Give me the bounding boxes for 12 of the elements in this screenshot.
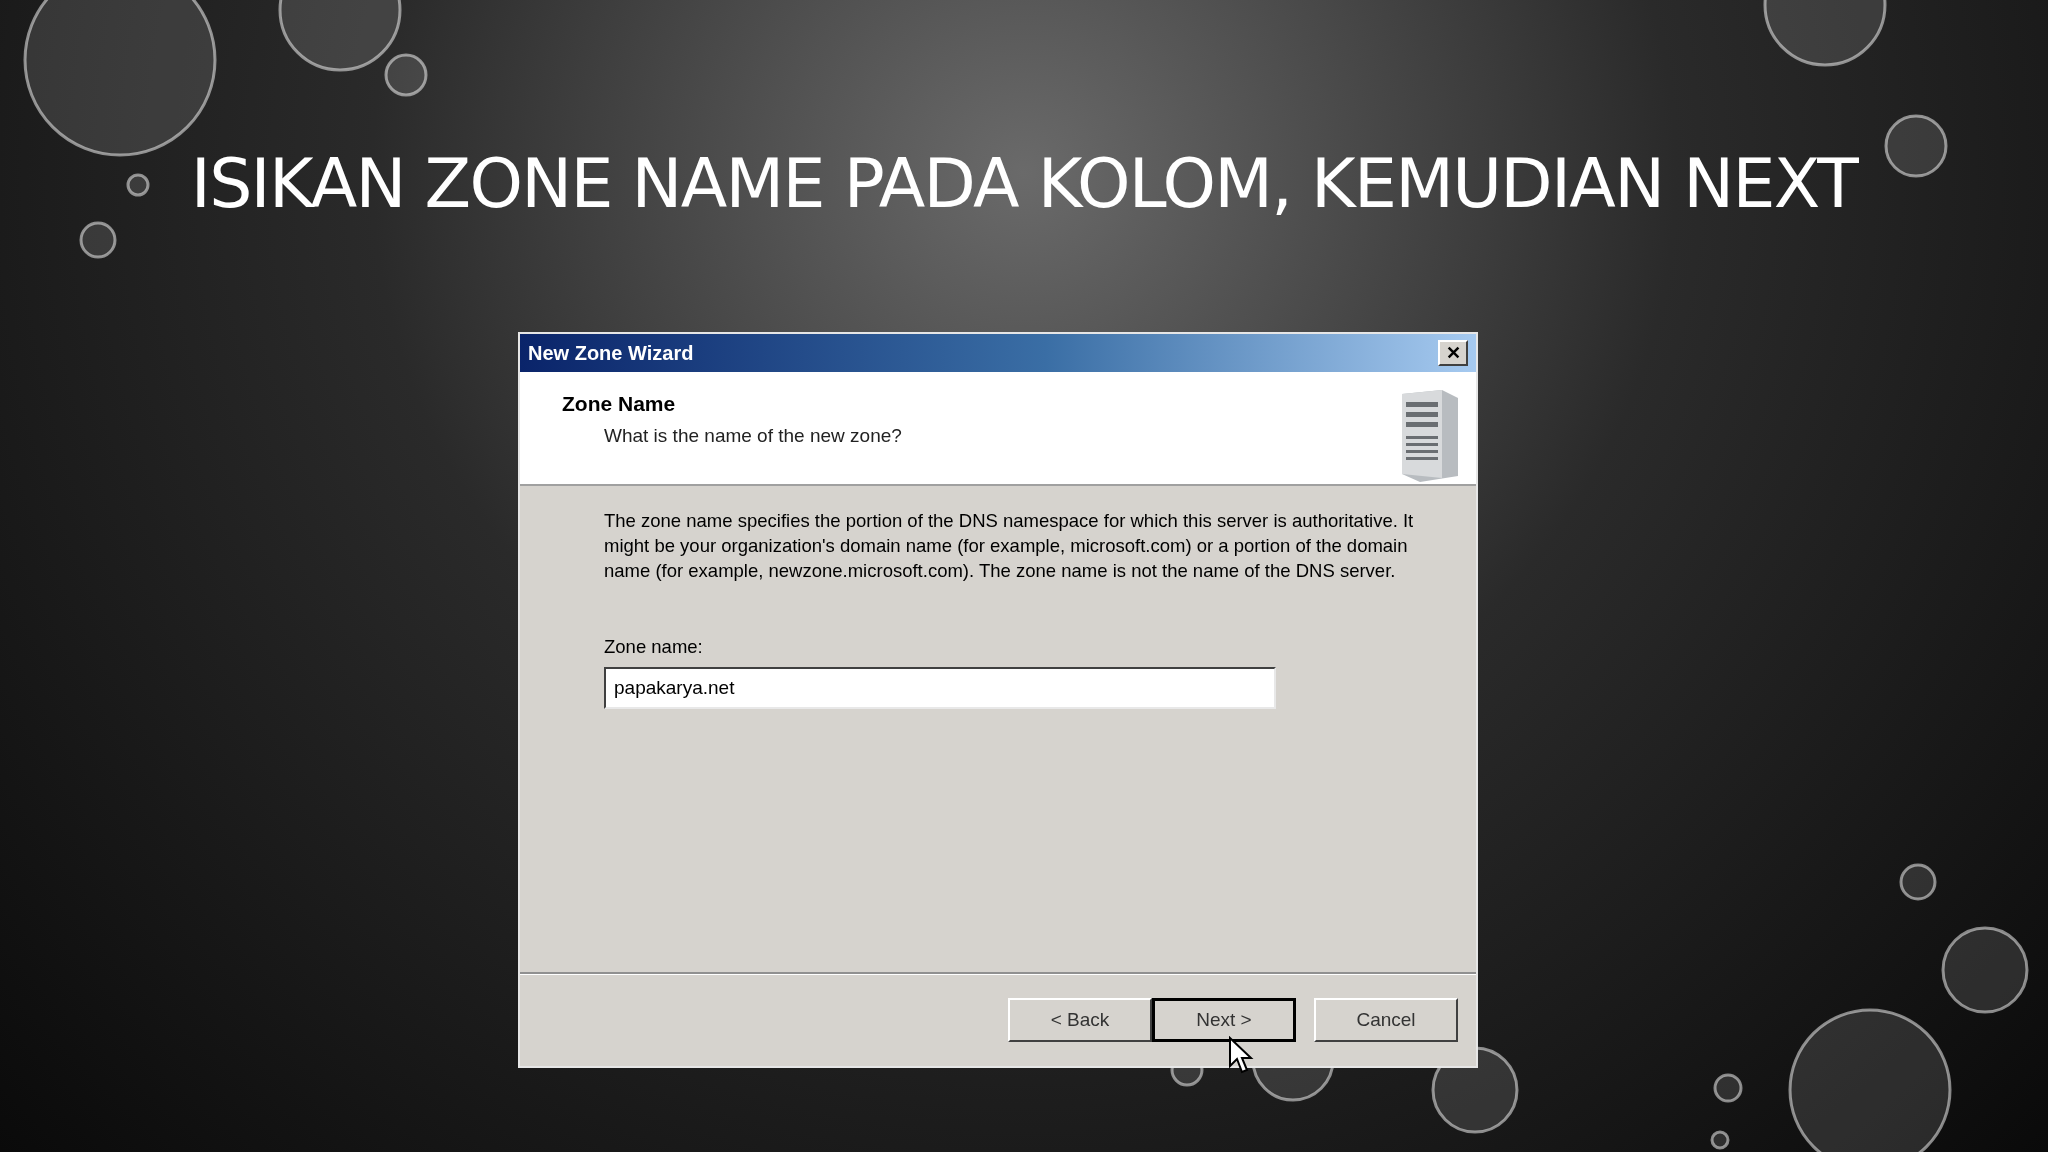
mouse-cursor-icon <box>1228 1036 1254 1076</box>
close-button[interactable]: ✕ <box>1438 340 1468 366</box>
dialog-button[interactable]: Next > <box>1152 998 1296 1042</box>
dialog-button[interactable]: < Back <box>1008 998 1152 1042</box>
header-title: Zone Name <box>562 391 677 417</box>
dialog-button[interactable]: Cancel <box>1314 998 1458 1042</box>
slide-title: ISIKAN ZONE NAME PADA KOLOM, KEMUDIAN NEXT <box>190 150 1858 218</box>
zone-name-label: Zone name: <box>604 635 704 659</box>
window-title: New Zone Wizard <box>528 341 694 366</box>
description-text: The zone name specifies the portion of the DNS namespace for which this server is authoritative. It might be your organization's domain name (for example, microsoft.com) or a portion of the domain name (for example, newzone.microsoft.com). The zone name is not the name of the DNS server. <box>604 509 1415 583</box>
zone-name-field[interactable]: papakarya.net <box>604 666 1276 709</box>
header-subtitle: What is the name of the new zone? <box>604 423 902 448</box>
